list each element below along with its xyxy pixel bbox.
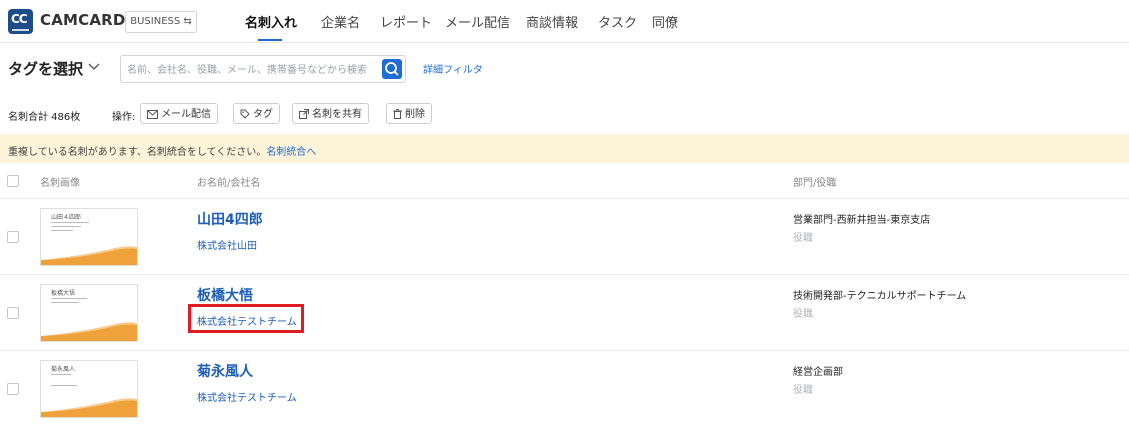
- department-text: 経営企画部: [793, 367, 843, 378]
- share-card-button[interactable]: 名刺を共有: [292, 103, 369, 124]
- advanced-filter-link[interactable]: 詳細フィルタ: [423, 61, 483, 76]
- column-header-card-image: 名刺画像: [40, 178, 80, 189]
- search-input[interactable]: [125, 59, 379, 81]
- top-header: CC CAMCARD BUSINESS ⇆ 名刺入れ 企業名 レポート メール配…: [0, 0, 1129, 43]
- card-thumbnail-name: 山田４四郎: [51, 214, 82, 221]
- card-thumbnail-name: 菊永風人: [51, 366, 76, 373]
- tag-label: タグ: [253, 109, 273, 120]
- row-checkbox[interactable]: [7, 383, 19, 395]
- nav-tab-cardholder[interactable]: 名刺入れ: [245, 12, 297, 31]
- row-checkbox[interactable]: [7, 231, 19, 243]
- brand-name: CAMCARD: [40, 11, 126, 29]
- row-divider: [0, 198, 1129, 199]
- department-text: 営業部門-西新井担当-東京支店: [793, 215, 931, 226]
- nav-tab-company[interactable]: 企業名: [321, 12, 360, 31]
- operations-label: 操作:: [112, 112, 136, 123]
- merge-cards-link[interactable]: 名刺統合へ: [266, 147, 316, 158]
- select-all-checkbox[interactable]: [7, 175, 19, 187]
- column-header-name-company[interactable]: お名前/会社名: [197, 174, 260, 189]
- company-name-link[interactable]: 株式会社テストチーム: [197, 389, 297, 404]
- person-name-link[interactable]: 板橋大悟: [197, 285, 253, 305]
- tag-icon: [240, 109, 250, 119]
- column-header-dept-title[interactable]: 部門/役職: [793, 174, 836, 189]
- card-image-thumbnail[interactable]: 板橋大悟: [40, 284, 138, 342]
- delete-label: 削除: [405, 109, 425, 120]
- search-button[interactable]: [382, 59, 402, 79]
- nav-tab-deals[interactable]: 商談情報: [526, 12, 578, 31]
- search-box: [120, 55, 406, 83]
- delete-button[interactable]: 削除: [386, 103, 432, 124]
- tag-button[interactable]: タグ: [233, 103, 280, 124]
- camcard-logo-icon[interactable]: CC: [8, 9, 33, 34]
- duplicate-notice-banner: 重複している名刺があります、名刺統合をしてください。名刺統合へ: [0, 134, 1129, 163]
- edition-switch-badge[interactable]: BUSINESS ⇆: [125, 11, 197, 33]
- job-title-placeholder: 役職: [793, 385, 813, 396]
- card-image-thumbnail[interactable]: 山田４四郎: [40, 208, 138, 266]
- row-checkbox[interactable]: [7, 307, 19, 319]
- row-divider: [0, 274, 1129, 275]
- company-name-link[interactable]: 株式会社山田: [197, 237, 257, 252]
- trash-icon: [393, 109, 402, 119]
- total-card-count: 名刺合計 486枚: [8, 112, 81, 123]
- nav-tab-colleagues[interactable]: 同僚: [652, 12, 678, 31]
- notice-text: 重複している名刺があります、名刺統合をしてください。名刺統合へ: [8, 143, 316, 158]
- job-title-placeholder: 役職: [793, 309, 813, 320]
- job-title-placeholder: 役職: [793, 233, 813, 244]
- department-text: 技術開発部-テクニカルサポートチーム: [793, 291, 967, 302]
- nav-tab-mail[interactable]: メール配信: [445, 12, 510, 31]
- tag-select-dropdown[interactable]: タグを選択: [8, 58, 83, 79]
- person-name-link[interactable]: 山田4四郎: [197, 209, 263, 229]
- card-thumbnail-name: 板橋大悟: [51, 290, 76, 297]
- row-divider: [0, 350, 1129, 351]
- nav-tab-tasks[interactable]: タスク: [598, 12, 637, 31]
- share-icon: [299, 109, 309, 119]
- card-image-thumbnail[interactable]: 菊永風人: [40, 360, 138, 418]
- chevron-down-icon[interactable]: [88, 60, 100, 74]
- notice-message: 重複している名刺があります、名刺統合をしてください。: [8, 147, 267, 158]
- search-icon: [385, 62, 399, 76]
- logo-text: CC: [11, 12, 28, 26]
- share-card-label: 名刺を共有: [312, 109, 362, 120]
- active-tab-indicator: [258, 39, 282, 41]
- mail-delivery-label: メール配信: [161, 109, 211, 120]
- highlight-annotation-box: [188, 304, 304, 333]
- mail-icon: [147, 110, 158, 119]
- mail-delivery-button[interactable]: メール配信: [140, 103, 218, 124]
- person-name-link[interactable]: 菊永風人: [197, 361, 253, 381]
- nav-tab-report[interactable]: レポート: [380, 12, 432, 31]
